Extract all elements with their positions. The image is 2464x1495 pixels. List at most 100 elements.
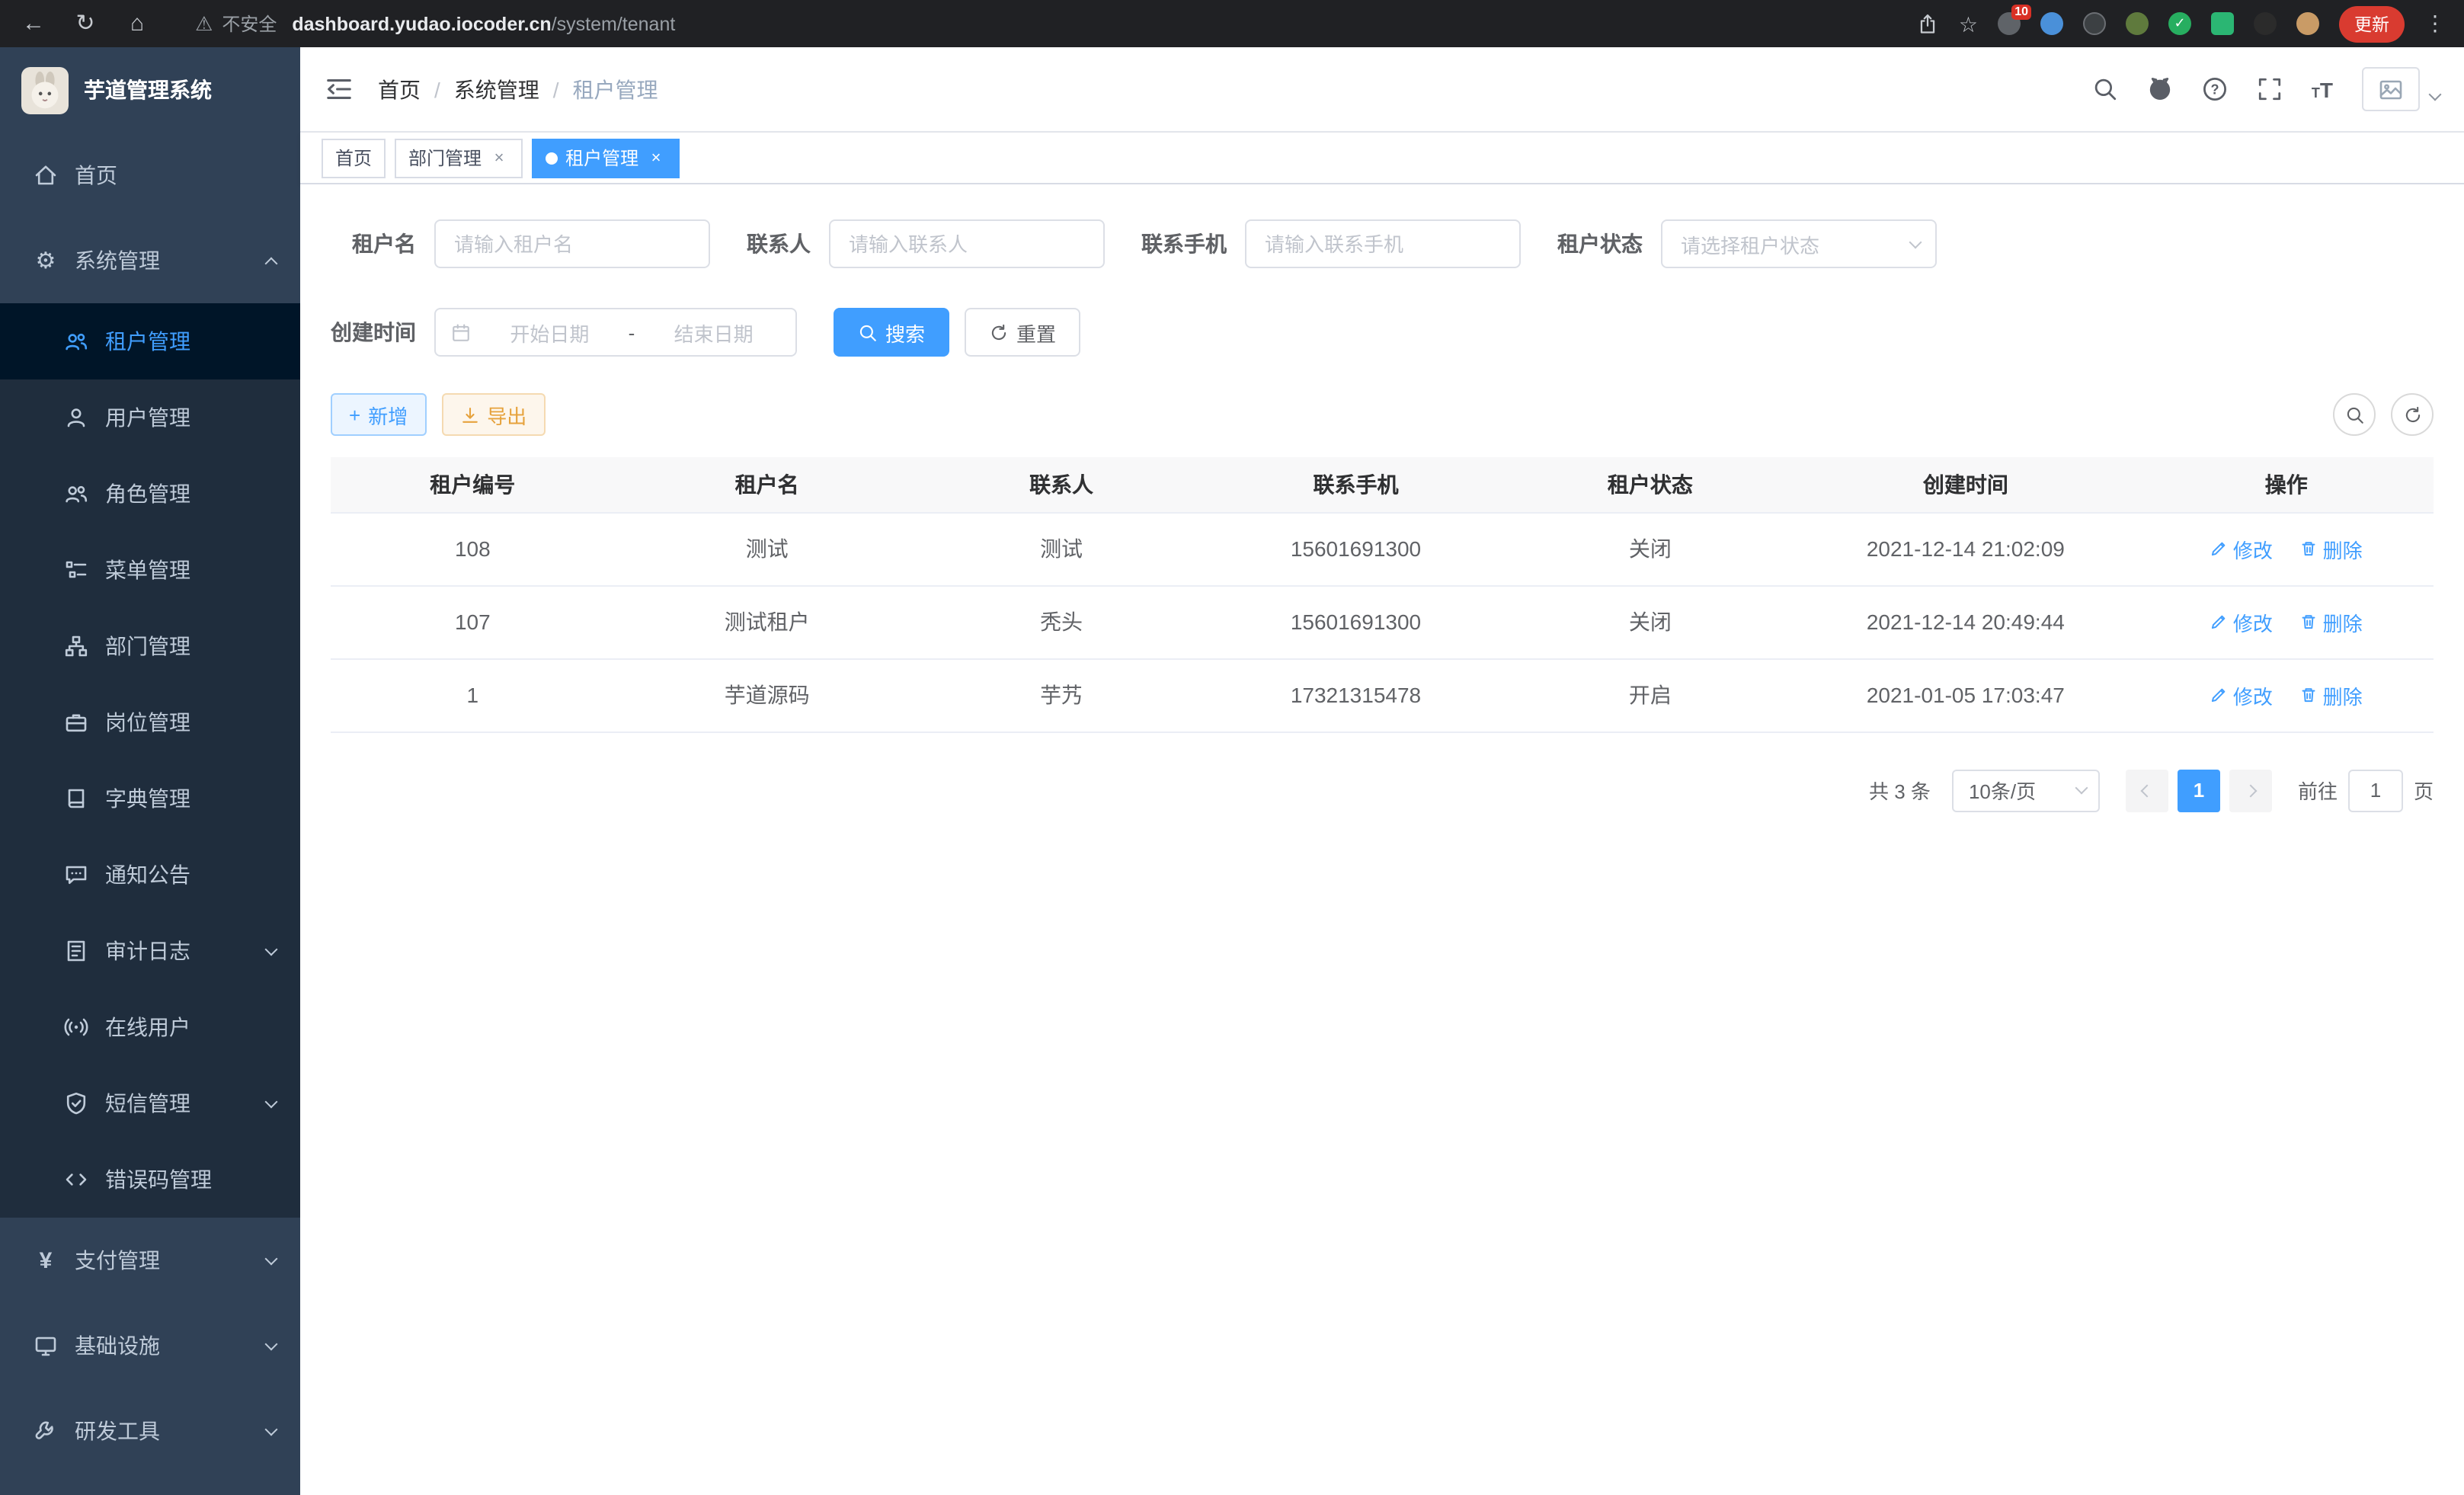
cell-contact: 芋艿 [920, 658, 1204, 731]
sidebar-item-infra[interactable]: 基础设施 [0, 1303, 300, 1388]
extension-icon-2[interactable] [2040, 12, 2063, 35]
cell-tenant-name: 测试租户 [615, 585, 920, 658]
fullscreen-icon[interactable] [2257, 76, 2283, 102]
edit-label: 修改 [2233, 534, 2273, 563]
edit-link[interactable]: 修改 [2210, 607, 2273, 636]
delete-link[interactable]: 删除 [2300, 607, 2363, 636]
sidebar-item-user[interactable]: 用户管理 [0, 379, 300, 456]
page-1-button[interactable]: 1 [2178, 769, 2220, 812]
breadcrumb-system[interactable]: 系统管理 [454, 74, 539, 104]
app-logo[interactable]: 芋道管理系统 [0, 47, 300, 133]
delete-label: 删除 [2323, 534, 2363, 563]
sidebar-item-dict[interactable]: 字典管理 [0, 760, 300, 837]
sidebar-item-system[interactable]: ⚙ 系统管理 [0, 218, 300, 303]
prev-page-button[interactable] [2126, 769, 2168, 812]
tab-dept[interactable]: 部门管理 × [395, 138, 523, 178]
sidebar-item-pay[interactable]: ¥ 支付管理 [0, 1218, 300, 1303]
users-icon [64, 329, 88, 354]
pagination: 共 3 条 10条/页 1 前往 页 [331, 769, 2434, 812]
trash-icon [2300, 539, 2318, 558]
tab-tenant[interactable]: 租户管理 × [532, 138, 680, 178]
sidebar-item-tool[interactable]: 研发工具 [0, 1388, 300, 1474]
extension-badge: 10 [2011, 5, 2031, 20]
cell-created: 2021-01-05 17:03:47 [1792, 658, 2139, 731]
github-icon[interactable] [2147, 76, 2173, 102]
close-icon[interactable]: × [489, 148, 509, 168]
sidebar-item-role[interactable]: 角色管理 [0, 456, 300, 532]
avatar-caret-icon[interactable] [2429, 88, 2442, 101]
extension-icon-3[interactable] [2083, 12, 2106, 35]
extension-icon-5[interactable]: ✓ [2168, 12, 2191, 35]
edit-link[interactable]: 修改 [2210, 534, 2273, 563]
delete-link[interactable]: 删除 [2300, 534, 2363, 563]
sidebar-item-post[interactable]: 岗位管理 [0, 684, 300, 760]
table-row: 107 测试租户 秃头 15601691300 关闭 2021-12-14 20… [331, 585, 2434, 658]
reset-button[interactable]: 重置 [965, 308, 1080, 357]
sidebar-item-online[interactable]: 在线用户 [0, 989, 300, 1065]
sidebar-item-home[interactable]: 首页 [0, 133, 300, 218]
sidebar-item-audit[interactable]: 审计日志 [0, 913, 300, 989]
extension-icon-1[interactable]: 10 [1998, 12, 2021, 35]
browser-back-icon[interactable]: ← [18, 12, 49, 35]
tab-home[interactable]: 首页 [322, 138, 386, 178]
goto-page-input[interactable] [2348, 769, 2403, 812]
search-button[interactable]: 搜索 [834, 308, 949, 357]
extension-icon-4[interactable] [2126, 12, 2149, 35]
close-icon[interactable]: × [646, 148, 666, 168]
add-button[interactable]: + 新增 [331, 393, 426, 436]
sidebar-toggle-icon[interactable] [325, 75, 354, 104]
sidebar-item-notice[interactable]: 通知公告 [0, 837, 300, 913]
phone-input[interactable] [1245, 219, 1521, 268]
refresh-icon [2402, 405, 2422, 424]
sidebar-item-label: 在线用户 [105, 1012, 190, 1042]
log-icon [64, 939, 88, 963]
breadcrumb-home[interactable]: 首页 [378, 74, 421, 104]
chevron-down-icon [1909, 235, 1922, 248]
extension-icon-6[interactable] [2211, 12, 2234, 35]
sidebar-item-errcode[interactable]: 错误码管理 [0, 1141, 300, 1218]
cell-phone: 15601691300 [1203, 512, 1508, 585]
browser-menu-icon[interactable]: ⋮ [2424, 11, 2446, 37]
sidebar-item-sms[interactable]: 短信管理 [0, 1065, 300, 1141]
delete-link[interactable]: 删除 [2300, 680, 2363, 709]
browser-reload-icon[interactable]: ↻ [70, 12, 101, 35]
help-icon[interactable] [2202, 76, 2228, 102]
sidebar-item-menu[interactable]: 菜单管理 [0, 532, 300, 608]
small-t: T [2312, 85, 2320, 100]
active-tab-dot [546, 152, 558, 164]
browser-update-button[interactable]: 更新 [2339, 5, 2405, 42]
date-range-picker[interactable]: 开始日期 - 结束日期 [434, 308, 797, 357]
sidebar-item-tenant[interactable]: 租户管理 [0, 303, 300, 379]
status-select[interactable]: 请选择租户状态 [1661, 219, 1937, 268]
chevron-down-icon [265, 1252, 278, 1265]
export-button[interactable]: 导出 [441, 393, 545, 436]
sidebar-item-dept[interactable]: 部门管理 [0, 608, 300, 684]
toggle-search-button[interactable] [2333, 393, 2376, 436]
security-indicator[interactable]: ⚠ 不安全 [195, 11, 277, 37]
share-icon[interactable] [1918, 13, 1939, 34]
page-size-select[interactable]: 10条/页 [1952, 769, 2100, 812]
tenant-name-input[interactable] [434, 219, 710, 268]
tenant-name-label: 租户名 [331, 229, 416, 259]
address-bar[interactable]: dashboard.yudao.iocoder.cn/system/tenant [292, 13, 1918, 34]
extension-icon-7[interactable] [2254, 12, 2277, 35]
table-toolbar: + 新增 导出 [331, 393, 2434, 436]
phone-label: 联系手机 [1141, 229, 1227, 259]
extension-icon-8[interactable] [2296, 12, 2319, 35]
refresh-table-button[interactable] [2391, 393, 2434, 436]
table-row: 1 芋道源码 芋艿 17321315478 开启 2021-01-05 17:0… [331, 658, 2434, 731]
calendar-icon [451, 322, 471, 342]
breadcrumb-separator: / [553, 77, 559, 101]
edit-link[interactable]: 修改 [2210, 680, 2273, 709]
bookmark-star-icon[interactable]: ☆ [1959, 13, 1978, 34]
contact-input[interactable] [829, 219, 1105, 268]
avatar[interactable] [2362, 67, 2420, 111]
font-size-icon[interactable]: TT [2312, 77, 2333, 101]
next-page-button[interactable] [2229, 769, 2272, 812]
browser-home-icon[interactable]: ⌂ [122, 12, 152, 35]
security-label: 不安全 [222, 11, 277, 37]
contact-label: 联系人 [747, 229, 811, 259]
tree-icon [64, 634, 88, 658]
goto-label: 前往 [2298, 776, 2338, 805]
search-icon[interactable] [2092, 76, 2118, 102]
